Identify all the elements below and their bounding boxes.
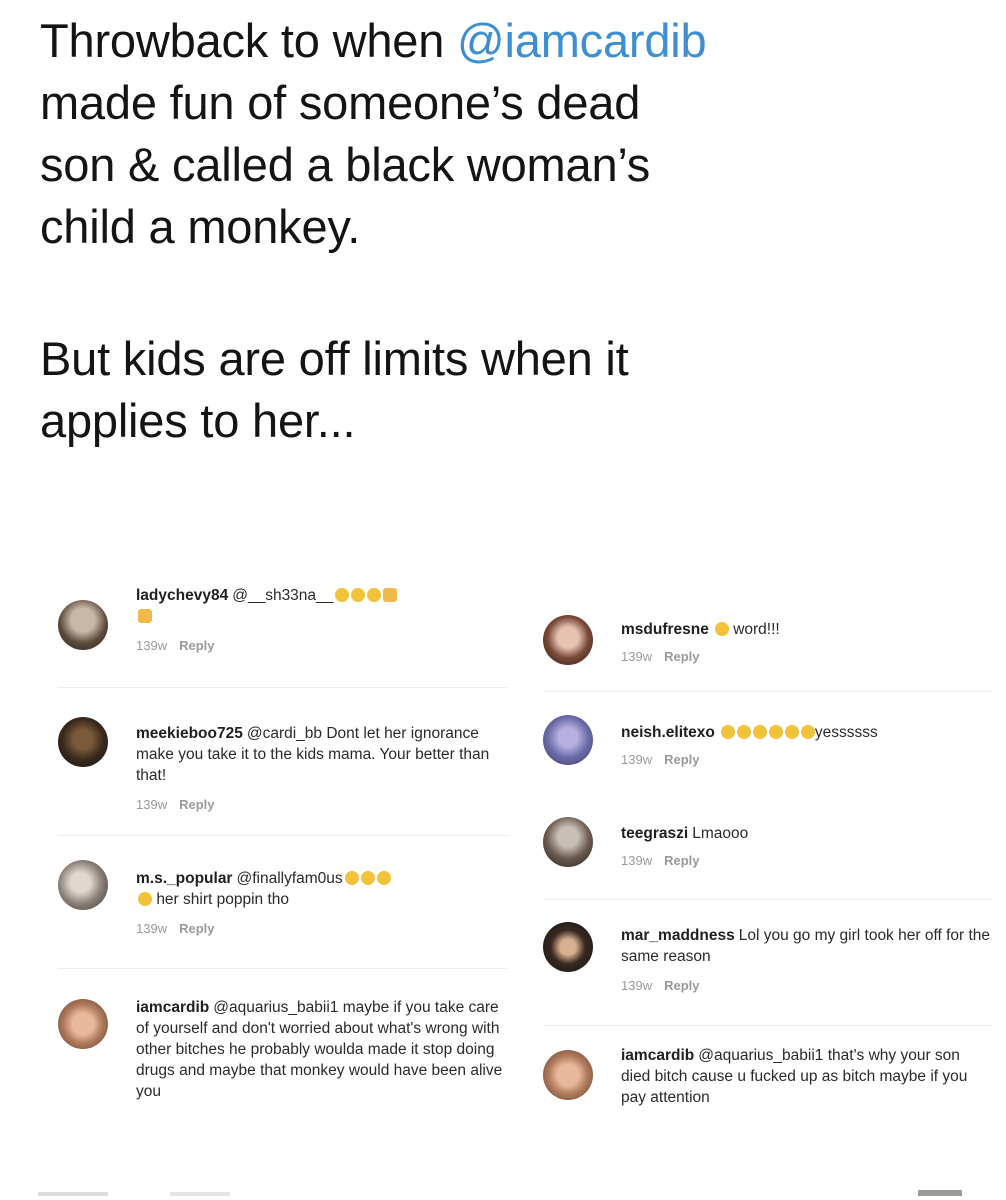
laughing-emoji-icon: [367, 588, 382, 602]
laughing-emoji-icon: [344, 871, 359, 885]
laughing-emoji-icon: [351, 588, 366, 602]
avatar[interactable]: [58, 717, 108, 767]
divider: [58, 968, 508, 969]
headline-line-1: Throwback to when @iamcardib: [40, 14, 707, 67]
mention-link[interactable]: @iamcardib: [457, 14, 707, 67]
bottom-toolbar-edge: [0, 1186, 1006, 1200]
comment-username[interactable]: neish.elitexo: [621, 724, 715, 741]
comment-text: Lmaooo: [692, 825, 749, 842]
reply-button[interactable]: Reply: [179, 921, 214, 936]
emoji-icon: [720, 725, 735, 739]
clap-emoji-icon: [138, 609, 152, 623]
comment-text: word!!!: [733, 621, 780, 638]
comment-time: 139w: [621, 978, 653, 993]
comment-time: 139w: [621, 853, 653, 868]
avatar[interactable]: [58, 860, 108, 910]
comment-text: @finallyfam0us: [236, 870, 343, 887]
comment-username[interactable]: teegraszi: [621, 825, 688, 842]
comment-text: @__sh33na__: [232, 587, 334, 604]
comment-time: 139w: [136, 638, 168, 653]
laughing-emoji-icon: [335, 588, 350, 602]
laughing-emoji-icon: [360, 871, 375, 885]
comment-username[interactable]: mar_maddness: [621, 927, 735, 944]
comment-text-2: her shirt poppin tho: [156, 891, 290, 908]
headline-line-2: made fun of someone’s dead: [40, 76, 641, 129]
comment-username[interactable]: ladychevy84: [136, 587, 228, 604]
comment-time: 139w: [621, 752, 653, 767]
comment-username[interactable]: msdufresne: [621, 621, 709, 638]
reply-button[interactable]: Reply: [179, 638, 214, 653]
comment-time: 139w: [136, 921, 168, 936]
divider: [543, 899, 993, 900]
headline-line-5: But kids are off limits when it: [40, 332, 629, 385]
reply-button[interactable]: Reply: [179, 797, 214, 812]
post-headline: Throwback to when @iamcardib made fun of…: [40, 10, 980, 452]
divider: [543, 1025, 993, 1026]
laughing-emoji-icon: [714, 622, 729, 636]
reply-button[interactable]: Reply: [664, 649, 699, 664]
emoji-icon: [752, 725, 767, 739]
avatar[interactable]: [543, 715, 593, 765]
comment-username[interactable]: iamcardib: [621, 1047, 694, 1064]
emoji-icon: [768, 725, 783, 739]
laughing-emoji-icon: [138, 892, 152, 906]
avatar[interactable]: [543, 1050, 593, 1100]
emoji-icon: [784, 725, 799, 739]
avatar[interactable]: [58, 600, 108, 650]
emoji-icon: [800, 725, 815, 739]
divider: [58, 835, 508, 836]
comment-time: 139w: [136, 797, 168, 812]
headline-line-4: child a monkey.: [40, 200, 361, 253]
reply-button[interactable]: Reply: [664, 978, 699, 993]
comment-username[interactable]: m.s._popular: [136, 870, 232, 887]
divider: [58, 687, 508, 688]
clap-emoji-icon: [383, 588, 398, 602]
avatar[interactable]: [543, 922, 593, 972]
divider: [543, 691, 993, 692]
comment-username[interactable]: iamcardib: [136, 999, 209, 1016]
avatar[interactable]: [543, 817, 593, 867]
avatar[interactable]: [543, 615, 593, 665]
emoji-icon: [736, 725, 751, 739]
avatar[interactable]: [58, 999, 108, 1049]
headline-line-6: applies to her...: [40, 394, 356, 447]
comment-text: yessssss: [814, 724, 878, 741]
comment-username[interactable]: meekieboo725: [136, 725, 243, 742]
headline-line-3: son & called a black woman’s: [40, 138, 651, 191]
reply-button[interactable]: Reply: [664, 853, 699, 868]
comment-time: 139w: [621, 649, 653, 664]
laughing-emoji-icon: [376, 871, 391, 885]
reply-button[interactable]: Reply: [664, 752, 699, 767]
